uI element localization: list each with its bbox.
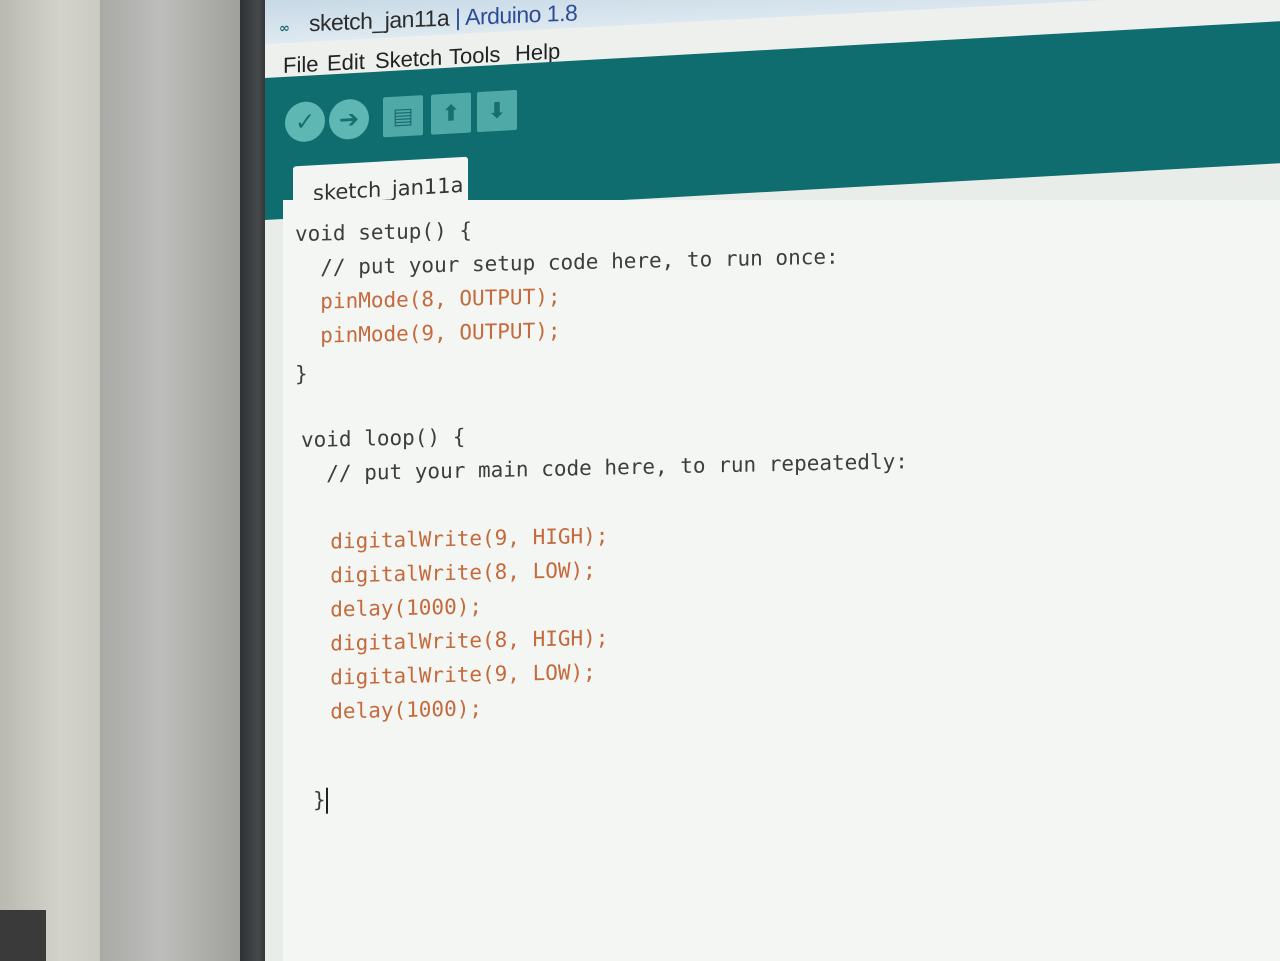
code-line: } (295, 362, 308, 386)
open-button[interactable]: ⬆ (431, 92, 471, 135)
arrow-down-icon: ⬇ (487, 98, 507, 125)
code-line: } (313, 787, 328, 814)
arrow-up-icon: ⬆ (441, 100, 461, 127)
monitor-bezel (100, 0, 250, 961)
code-text: delay(1000); (305, 594, 483, 622)
save-button[interactable]: ⬇ (477, 89, 517, 133)
code-line: pinMode(8, OUTPUT); (295, 284, 561, 314)
code-text: } (295, 361, 308, 386)
code-editor[interactable]: void setup() { // put your setup code he… (283, 200, 1280, 961)
background-object (0, 910, 46, 961)
code-comment: // put your setup code here, to run once… (295, 244, 839, 280)
code-text: digitalWrite(8, HIGH); (305, 625, 609, 656)
code-comment: // put your main code here, to run repea… (301, 449, 908, 486)
code-line: // put your setup code here, to run once… (295, 244, 839, 280)
window-title-app: Arduino 1.8 (465, 0, 578, 30)
window-title-sketch: sketch_jan11a (309, 4, 450, 37)
upload-button[interactable]: ➔ (329, 98, 369, 141)
window-title-separator: | (455, 4, 461, 31)
document-icon: ▤ (392, 103, 414, 130)
code-line: digitalWrite(8, HIGH); (305, 626, 608, 656)
code-line: pinMode(9, OUTPUT); (295, 318, 561, 348)
text-caret (325, 787, 328, 814)
code-text: pinMode(8, OUTPUT); (295, 284, 561, 314)
verify-button[interactable]: ✓ (285, 100, 325, 143)
code-text: digitalWrite(8, LOW); (305, 557, 596, 588)
code-line: delay(1000); (305, 594, 482, 622)
code-line: digitalWrite(9, LOW); (305, 660, 596, 690)
code-line: digitalWrite(9, HIGH); (305, 524, 608, 554)
code-text: } (313, 787, 326, 812)
code-text: digitalWrite(9, HIGH); (305, 523, 609, 554)
background-wall (0, 0, 110, 961)
code-text: pinMode(9, OUTPUT); (295, 318, 561, 348)
check-icon: ✓ (294, 107, 316, 137)
code-line: digitalWrite(8, LOW); (305, 558, 596, 588)
code-line: delay(1000); (305, 696, 482, 724)
arduino-logo-icon: ∞ (279, 21, 290, 37)
code-text: delay(1000); (305, 696, 483, 724)
code-text: void setup() { (295, 218, 473, 246)
code-line: void loop() { (301, 425, 465, 452)
arduino-ide-window: ∞ sketch_jan11a | Arduino 1.8 File Edit … (265, 0, 1280, 961)
code-line: // put your main code here, to run repea… (301, 449, 908, 486)
arrow-right-icon: ➔ (338, 104, 360, 134)
new-button[interactable]: ▤ (383, 95, 423, 138)
code-line: void setup() { (295, 218, 472, 246)
code-text: void loop() { (301, 424, 466, 452)
code-text: digitalWrite(9, LOW); (305, 659, 596, 690)
